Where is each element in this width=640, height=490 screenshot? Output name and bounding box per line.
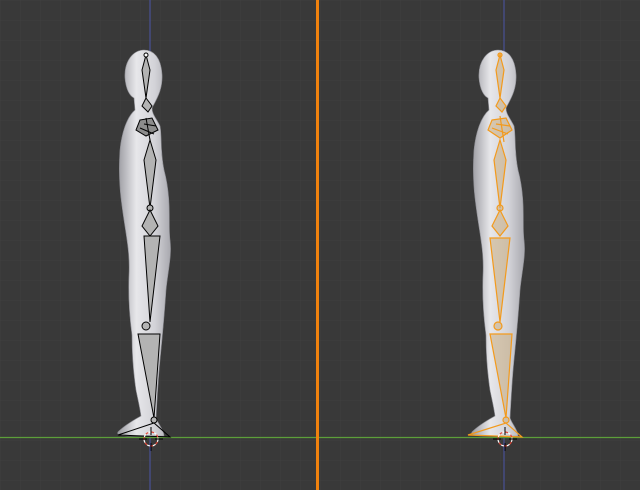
- 3d-viewport[interactable]: [0, 0, 640, 490]
- viewport-canvas[interactable]: [0, 0, 640, 490]
- joint-ankle-right: [502, 416, 510, 424]
- joint-knee-left: [141, 321, 151, 331]
- joint-knee-right: [493, 321, 503, 331]
- joint-head-tip-left: [143, 52, 149, 58]
- joint-ankle-left: [150, 416, 158, 424]
- viewport-split[interactable]: [316, 0, 319, 490]
- joint-head-tip-right: [497, 52, 503, 58]
- viewport-grid: [0, 0, 640, 490]
